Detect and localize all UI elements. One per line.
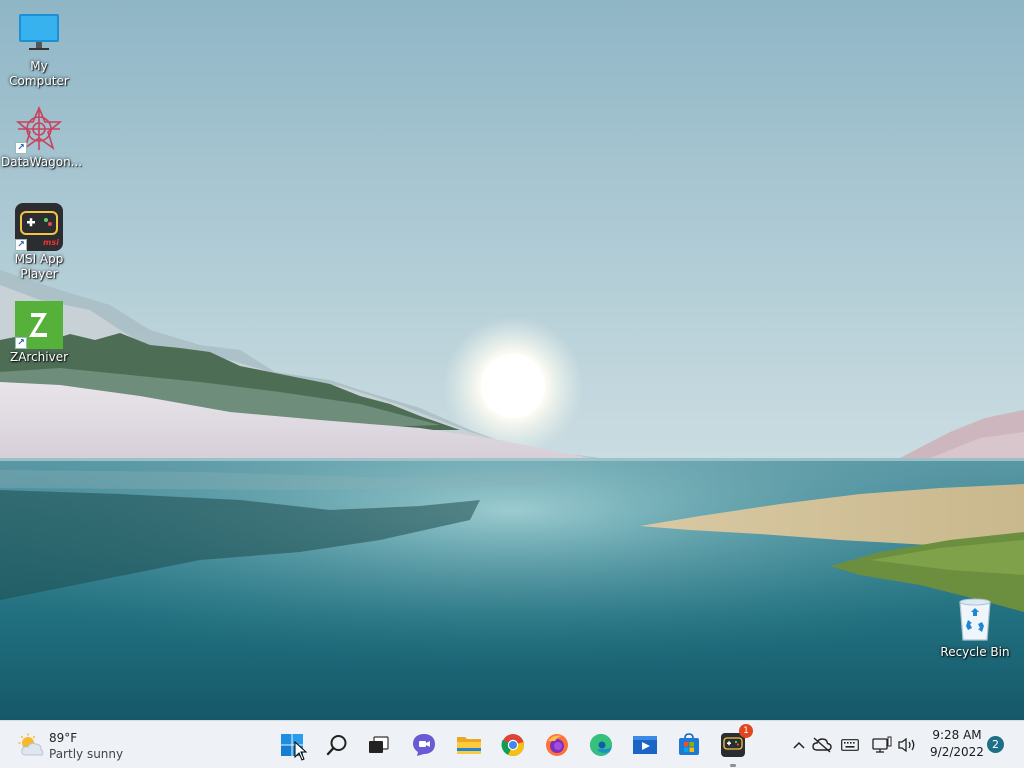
network-icon <box>872 736 892 753</box>
shortcut-arrow-icon: ↗ <box>15 337 27 349</box>
taskbar: 89°F Partly sunny 1 9:28 AM 9/2/2022 2 <box>0 720 1024 768</box>
video-player-button[interactable] <box>629 729 661 761</box>
desktop[interactable]: My Computer ↗ DataWagon... msi ↗ MSI App… <box>0 0 1024 720</box>
video-icon <box>633 736 657 754</box>
store-icon <box>679 733 699 755</box>
firefox-icon <box>546 734 568 756</box>
mouse-cursor-icon <box>294 741 308 761</box>
chrome-button[interactable] <box>497 729 529 761</box>
volume-button[interactable] <box>897 735 917 755</box>
edge-button[interactable] <box>585 729 617 761</box>
desktop-icon-my-computer[interactable]: My Computer <box>1 10 77 89</box>
network-button[interactable] <box>872 735 892 755</box>
msi-app-player-taskbar-button[interactable]: 1 <box>717 724 753 767</box>
desktop-icon-zarchiver[interactable]: ↗ ZArchiver <box>1 301 77 365</box>
cloud-offline-icon <box>812 737 832 753</box>
wallpaper <box>0 0 1024 720</box>
chevron-up-icon <box>793 741 805 749</box>
partly-sunny-icon <box>18 733 44 756</box>
monitor-icon <box>15 10 63 58</box>
onedrive-button[interactable] <box>812 735 832 755</box>
datawagon-icon: ↗ <box>15 105 63 154</box>
desktop-icon-msi-app-player[interactable]: msi ↗ MSI App Player <box>1 203 77 282</box>
chrome-icon <box>501 734 524 756</box>
file-explorer-button[interactable] <box>453 729 485 761</box>
clock[interactable]: 9:28 AM 9/2/2022 <box>922 727 992 761</box>
task-view-button[interactable] <box>362 729 394 761</box>
firefox-button[interactable] <box>541 729 573 761</box>
recycle-bin-icon <box>951 596 999 644</box>
desktop-icon-label: My Computer <box>9 59 69 88</box>
desktop-icon-label: Recycle Bin <box>940 645 1010 659</box>
show-hidden-icons-button[interactable] <box>789 735 809 755</box>
clock-date: 9/2/2022 <box>930 745 984 759</box>
notification-count-badge[interactable]: 2 <box>987 736 1004 753</box>
desktop-icon-label: DataWagon... <box>1 155 83 169</box>
volume-icon <box>898 737 915 753</box>
weather-temperature: 89°F <box>49 731 78 745</box>
weather-condition: Partly sunny <box>49 747 124 761</box>
folder-icon <box>457 737 481 754</box>
chat-icon <box>413 734 435 756</box>
desktop-icon-recycle-bin[interactable]: Recycle Bin <box>937 596 1013 660</box>
chat-button[interactable] <box>408 729 440 761</box>
task-view-icon <box>369 736 389 753</box>
keyboard-button[interactable] <box>840 735 860 755</box>
running-indicator <box>730 764 736 767</box>
notification-badge: 1 <box>739 724 753 738</box>
search-icon <box>326 735 347 756</box>
shortcut-arrow-icon: ↗ <box>15 239 27 251</box>
shortcut-arrow-icon: ↗ <box>15 142 27 154</box>
desktop-icon-datawagon[interactable]: ↗ DataWagon... <box>1 105 83 170</box>
weather-widget[interactable]: 89°F Partly sunny <box>16 727 136 763</box>
desktop-icon-label: MSI App Player <box>14 252 64 281</box>
store-button[interactable] <box>673 729 705 761</box>
edge-icon <box>590 734 612 756</box>
zarchiver-icon: ↗ <box>15 301 63 349</box>
clock-time: 9:28 AM <box>932 728 982 742</box>
desktop-icon-label: ZArchiver <box>9 350 69 364</box>
search-button[interactable] <box>321 729 353 761</box>
keyboard-icon <box>841 739 859 751</box>
svg-text:msi: msi <box>43 238 59 247</box>
msi-app-player-icon: msi ↗ <box>15 203 63 251</box>
